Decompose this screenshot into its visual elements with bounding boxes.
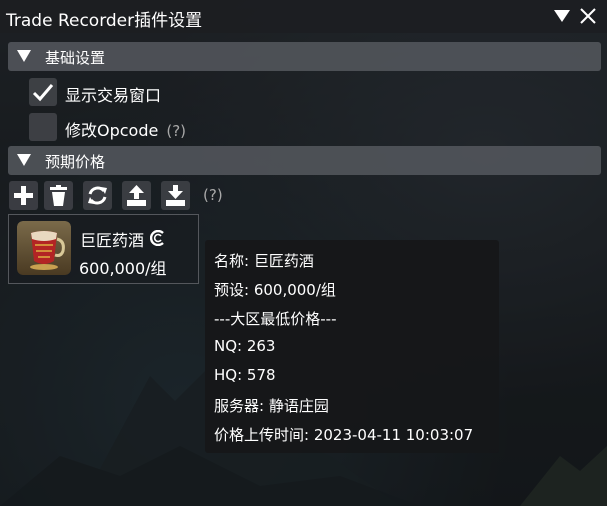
modify-opcode-label: 修改Opcode — [65, 121, 159, 140]
window-titlebar[interactable]: Trade Recorder插件设置 — [0, 0, 607, 33]
modify-opcode-checkbox[interactable] — [29, 113, 57, 141]
show-trade-window-checkbox[interactable] — [29, 78, 57, 106]
item-name: 巨匠药酒 — [80, 231, 145, 250]
download-button[interactable] — [161, 181, 190, 210]
tooltip-server-line: 服务器: 静语庄园 — [214, 397, 329, 415]
tooltip-name-line: 名称: 巨匠药酒 — [214, 252, 314, 270]
delete-button[interactable] — [44, 181, 73, 210]
item-price: 600,000/组 — [79, 259, 167, 278]
price-item-card[interactable]: 巨匠药酒 600,000/组 — [8, 214, 199, 284]
section-label: 基础设置 — [45, 49, 106, 67]
show-trade-window-label: 显示交易窗口 — [65, 86, 162, 105]
upload-icon — [127, 185, 146, 206]
item-tooltip: 名称: 巨匠药酒 预设: 600,000/组 ---大区最低价格--- NQ: … — [205, 240, 499, 453]
tooltip-preset-line: 预设: 600,000/组 — [214, 281, 336, 299]
upload-button[interactable] — [122, 181, 151, 210]
checkmark-icon — [32, 84, 54, 102]
trash-icon — [50, 185, 67, 206]
modify-opcode-option: 修改Opcode (?) — [65, 117, 186, 141]
add-button[interactable] — [9, 181, 38, 210]
tooltip-nq-line: NQ: 263 — [214, 337, 276, 355]
window-title: Trade Recorder插件设置 — [6, 11, 203, 31]
help-hint[interactable]: (?) — [166, 122, 186, 140]
expand-triangle-icon — [17, 154, 31, 166]
section-header-expected-price[interactable]: 预期价格 — [8, 146, 601, 175]
plugin-settings-window: Trade Recorder插件设置 基础设置 显示交易窗口 修改Opcode (… — [0, 0, 607, 506]
refresh-button[interactable] — [83, 181, 112, 210]
help-hint[interactable]: (?) — [203, 186, 223, 204]
close-icon[interactable] — [579, 7, 597, 25]
section-label: 预期价格 — [45, 153, 106, 171]
tooltip-upload-time-line: 价格上传时间: 2023-04-11 10:03:07 — [214, 426, 474, 444]
expand-triangle-icon — [17, 50, 31, 62]
tooltip-section-divider: ---大区最低价格--- — [214, 310, 337, 328]
hq-icon — [150, 230, 164, 246]
section-header-basic-settings[interactable]: 基础设置 — [8, 42, 601, 71]
download-icon — [166, 185, 185, 206]
collapse-triangle-icon[interactable] — [553, 9, 571, 23]
tooltip-hq-line: HQ: 578 — [214, 366, 276, 384]
potion-icon — [17, 221, 71, 275]
refresh-icon — [88, 186, 107, 205]
plus-icon — [14, 186, 33, 205]
